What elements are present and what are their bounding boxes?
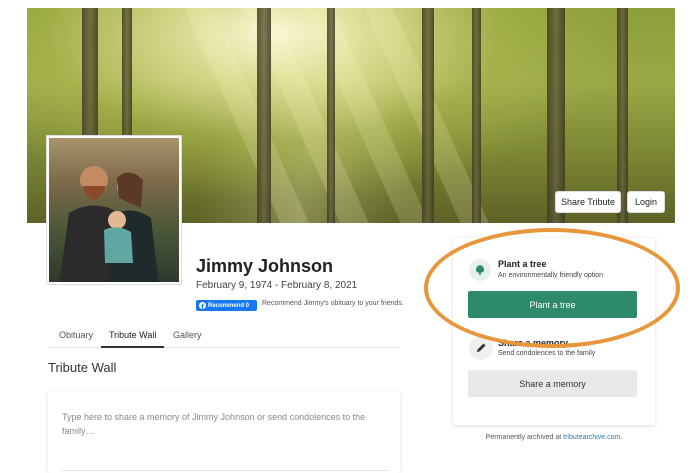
section-title: Tribute Wall	[48, 360, 117, 375]
deceased-name: Jimmy Johnson	[196, 256, 334, 276]
profile-photo	[47, 136, 181, 284]
share-memory-button[interactable]: Share a memory	[468, 370, 637, 397]
archived-suffix: .	[620, 434, 623, 441]
memory-composer[interactable]: Type here to share a memory of Jimmy Joh…	[48, 391, 400, 473]
life-dates: February 9, 1974 - February 8, 2021	[196, 280, 358, 291]
tribute-archive-link[interactable]: tributearchive.com	[563, 434, 620, 441]
archived-note: Permanently archived at tributearchive.c…	[453, 434, 655, 441]
tab-tribute-wall[interactable]: Tribute Wall	[101, 330, 165, 348]
facebook-recommend-button[interactable]: Recommend 0	[196, 300, 257, 311]
highlight-annotation	[424, 228, 680, 348]
recommend-text: Recommend Jimmy's obituary to your frien…	[262, 300, 404, 307]
archived-prefix: Permanently archived at	[485, 434, 564, 441]
tab-obituary[interactable]: Obituary	[59, 330, 93, 340]
share-tribute-button[interactable]: Share Tribute	[555, 191, 621, 213]
recommend-label: Recommend 0	[208, 302, 250, 309]
share-memory-subtitle: Send condolences to the family	[498, 350, 596, 357]
composer-divider	[62, 470, 388, 471]
facebook-icon	[199, 302, 206, 309]
composer-placeholder[interactable]: Type here to share a memory of Jimmy Joh…	[62, 410, 382, 438]
tab-bar: Obituary Tribute Wall Gallery	[48, 324, 400, 348]
tab-gallery[interactable]: Gallery	[173, 330, 202, 340]
login-button[interactable]: Login	[627, 191, 665, 213]
